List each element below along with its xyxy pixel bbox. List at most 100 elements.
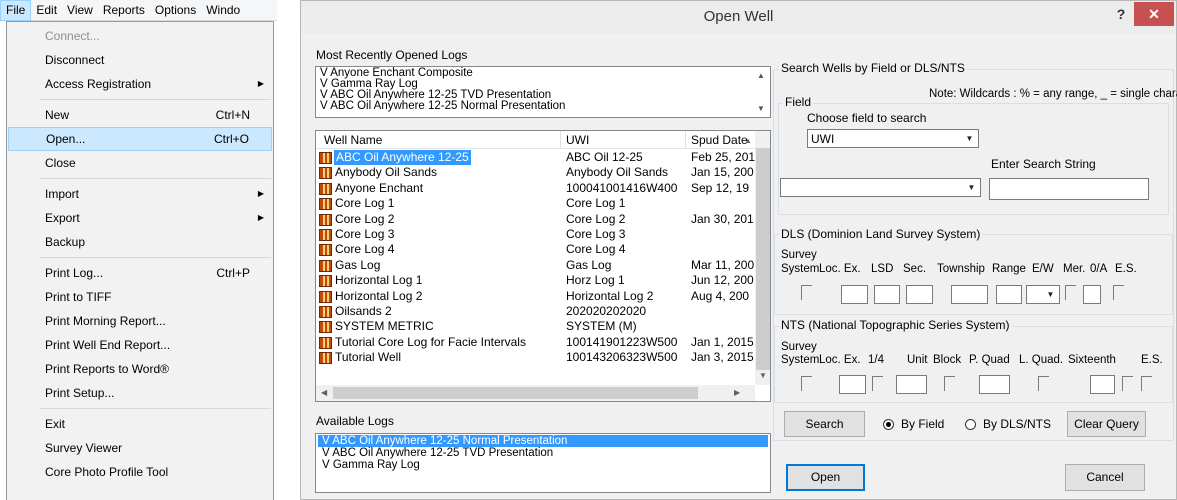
table-row[interactable]: Core Log 2 Core Log 2 Jan 30, 201	[318, 212, 758, 227]
search-button[interactable]: Search	[784, 411, 865, 437]
menu-item-backup[interactable]: Backup	[8, 230, 272, 254]
table-row[interactable]: Tutorial Core Log for Facie Intervals 100…	[318, 335, 758, 350]
menu-view[interactable]: View	[62, 0, 98, 21]
dls-sec-input[interactable]	[906, 285, 933, 304]
column-header-spud-date[interactable]: Spud Date	[691, 133, 748, 147]
column-header-well-name[interactable]: Well Name	[324, 133, 382, 147]
table-row[interactable]: Horizontal Log 1 Horz Log 1 Jun 12, 200	[318, 273, 758, 288]
well-log-icon	[319, 152, 332, 164]
by-field-radio[interactable]	[883, 419, 894, 430]
scroll-down-icon[interactable]: ▼	[759, 371, 767, 380]
menu-item-open[interactable]: Open... Ctrl+O	[8, 127, 272, 151]
table-row[interactable]: SYSTEM METRIC SYSTEM (M)	[318, 319, 758, 334]
field-select[interactable]: UWI ▼	[807, 129, 979, 148]
table-row[interactable]: ABC Oil Anywhere 12-25 ABC Oil 12-25 Feb 2…	[318, 150, 758, 166]
menu-item-access-registration[interactable]: Access Registration ▶	[8, 72, 272, 96]
dialog-titlebar[interactable]: Open Well ? ✕	[301, 1, 1176, 34]
recent-logs-list[interactable]: V Anyone Enchant Composite V Gamma Ray L…	[315, 66, 771, 118]
dls-es-field[interactable]	[1113, 285, 1124, 300]
menu-item-print-log[interactable]: Print Log... Ctrl+P	[8, 261, 272, 285]
scroll-up-icon[interactable]: ▲	[744, 136, 752, 145]
chevron-down-icon[interactable]: ▼	[1043, 287, 1058, 302]
table-row[interactable]: Core Log 4 Core Log 4	[318, 242, 758, 257]
column-divider[interactable]	[685, 131, 686, 149]
nts-es-field-1[interactable]	[1122, 376, 1133, 391]
scrollbar-thumb[interactable]	[333, 387, 698, 399]
scroll-up-icon[interactable]: ▲	[757, 71, 765, 80]
nts-locex-input[interactable]	[839, 375, 866, 394]
menu-item-new[interactable]: New Ctrl+N	[8, 103, 272, 127]
table-row[interactable]: Horizontal Log 2 Horizontal Log 2 Aug 4, 2…	[318, 289, 758, 304]
menu-item-print-morning-report[interactable]: Print Morning Report...	[8, 309, 272, 333]
table-row[interactable]: Anyone Enchant 100041001416W400 Sep 12, 19	[318, 181, 758, 196]
dls-ew-select[interactable]: ▼	[1026, 285, 1060, 304]
list-item[interactable]: V ABC Oil Anywhere 12-25 TVD Presentatio…	[318, 447, 768, 459]
menu-file[interactable]: File	[0, 0, 32, 21]
nts-block-field[interactable]	[944, 376, 955, 391]
list-item[interactable]: V ABC Oil Anywhere 12-25 Normal Presenta…	[320, 100, 766, 112]
scrollbar-thumb[interactable]	[756, 148, 770, 370]
dls-locex-input[interactable]	[841, 285, 868, 304]
nts-survey-system-field[interactable]	[801, 376, 812, 391]
list-item[interactable]: V Gamma Ray Log	[318, 459, 768, 471]
wells-vertical-scrollbar[interactable]: ▼	[755, 131, 770, 385]
table-row[interactable]: Core Log 1 Core Log 1	[318, 196, 758, 211]
wells-table: Well Name UWI Spud Date ▲ ABC Oil Anywhe…	[315, 130, 771, 402]
dls-township-input[interactable]	[951, 285, 988, 304]
dls-mer-field[interactable]	[1065, 285, 1076, 300]
menu-item-disconnect[interactable]: Disconnect	[8, 48, 272, 72]
menu-item-print-well-end-report[interactable]: Print Well End Report...	[8, 333, 272, 357]
menu-reports[interactable]: Reports	[98, 0, 150, 21]
spud-date-cell: Jan 3, 2015	[691, 350, 754, 365]
menu-item-label: Survey Viewer	[45, 441, 123, 455]
table-row[interactable]: Gas Log Gas Log Mar 11, 200	[318, 258, 758, 273]
menu-edit[interactable]: Edit	[31, 0, 62, 21]
nts-sixteenth-input[interactable]	[1090, 375, 1115, 394]
scroll-down-icon[interactable]: ▼	[757, 104, 765, 113]
open-button[interactable]: Open	[786, 464, 865, 491]
menu-item-print-tiff[interactable]: Print to TIFF	[8, 285, 272, 309]
nts-es-field-2[interactable]	[1141, 376, 1152, 391]
table-row[interactable]: Core Log 3 Core Log 3	[318, 227, 758, 242]
table-row[interactable]: Anybody Oil Sands Anybody Oil Sands Jan 15…	[318, 165, 758, 180]
dls-lsd-input[interactable]	[874, 285, 900, 304]
search-group-title: Search Wells by Field or DLS/NTS	[779, 61, 967, 75]
dls-oa-input[interactable]	[1083, 285, 1101, 304]
menu-item-export[interactable]: Export ▶	[8, 206, 272, 230]
menu-options[interactable]: Options	[150, 0, 201, 21]
menu-window[interactable]: Windo	[201, 0, 245, 21]
chevron-down-icon[interactable]: ▼	[962, 131, 977, 146]
search-string-input[interactable]	[989, 178, 1149, 200]
cancel-button[interactable]: Cancel	[1065, 464, 1145, 491]
menu-item-import[interactable]: Import ▶	[8, 182, 272, 206]
column-header-uwi[interactable]: UWI	[566, 133, 589, 147]
menu-item-print-setup[interactable]: Print Setup...	[8, 381, 272, 405]
menu-item-close[interactable]: Close	[8, 151, 272, 175]
menu-item-core-photo-profile-tool[interactable]: Core Photo Profile Tool	[8, 460, 272, 484]
wells-horizontal-scrollbar[interactable]: ◀ ▶	[316, 385, 755, 401]
dls-survey-system-field[interactable]	[801, 285, 812, 300]
help-icon[interactable]: ?	[1107, 3, 1135, 25]
recent-logs-scrollbar[interactable]: ▲ ▼	[753, 67, 770, 117]
menu-item-label: Close	[45, 156, 76, 170]
clear-query-button[interactable]: Clear Query	[1067, 411, 1146, 437]
close-icon[interactable]: ✕	[1134, 2, 1174, 26]
by-dls-nts-radio[interactable]	[965, 419, 976, 430]
scroll-left-icon[interactable]: ◀	[321, 388, 327, 397]
table-row[interactable]: Tutorial Well 100143206323W500 Jan 3, 2015	[318, 350, 758, 365]
menu-item-print-reports-word[interactable]: Print Reports to Word®	[8, 357, 272, 381]
dls-range-input[interactable]	[996, 285, 1022, 304]
available-logs-list[interactable]: V ABC Oil Anywhere 12-25 Normal Presenta…	[315, 433, 771, 493]
scroll-right-icon[interactable]: ▶	[734, 388, 740, 397]
menu-item-exit[interactable]: Exit	[8, 412, 272, 436]
search-field-select[interactable]: ▼	[780, 178, 981, 197]
chevron-down-icon[interactable]: ▼	[964, 180, 979, 195]
menu-item-survey-viewer[interactable]: Survey Viewer	[8, 436, 272, 460]
table-row[interactable]: Oilsands 2 202020202020	[318, 304, 758, 319]
nts-pquad-input[interactable]	[979, 375, 1010, 394]
nts-unit-input[interactable]	[896, 375, 927, 394]
column-divider[interactable]	[560, 131, 561, 149]
list-item[interactable]: V ABC Oil Anywhere 12-25 Normal Presenta…	[318, 435, 768, 447]
nts-quarter-field[interactable]	[872, 376, 883, 391]
nts-lquad-field[interactable]	[1038, 376, 1049, 391]
